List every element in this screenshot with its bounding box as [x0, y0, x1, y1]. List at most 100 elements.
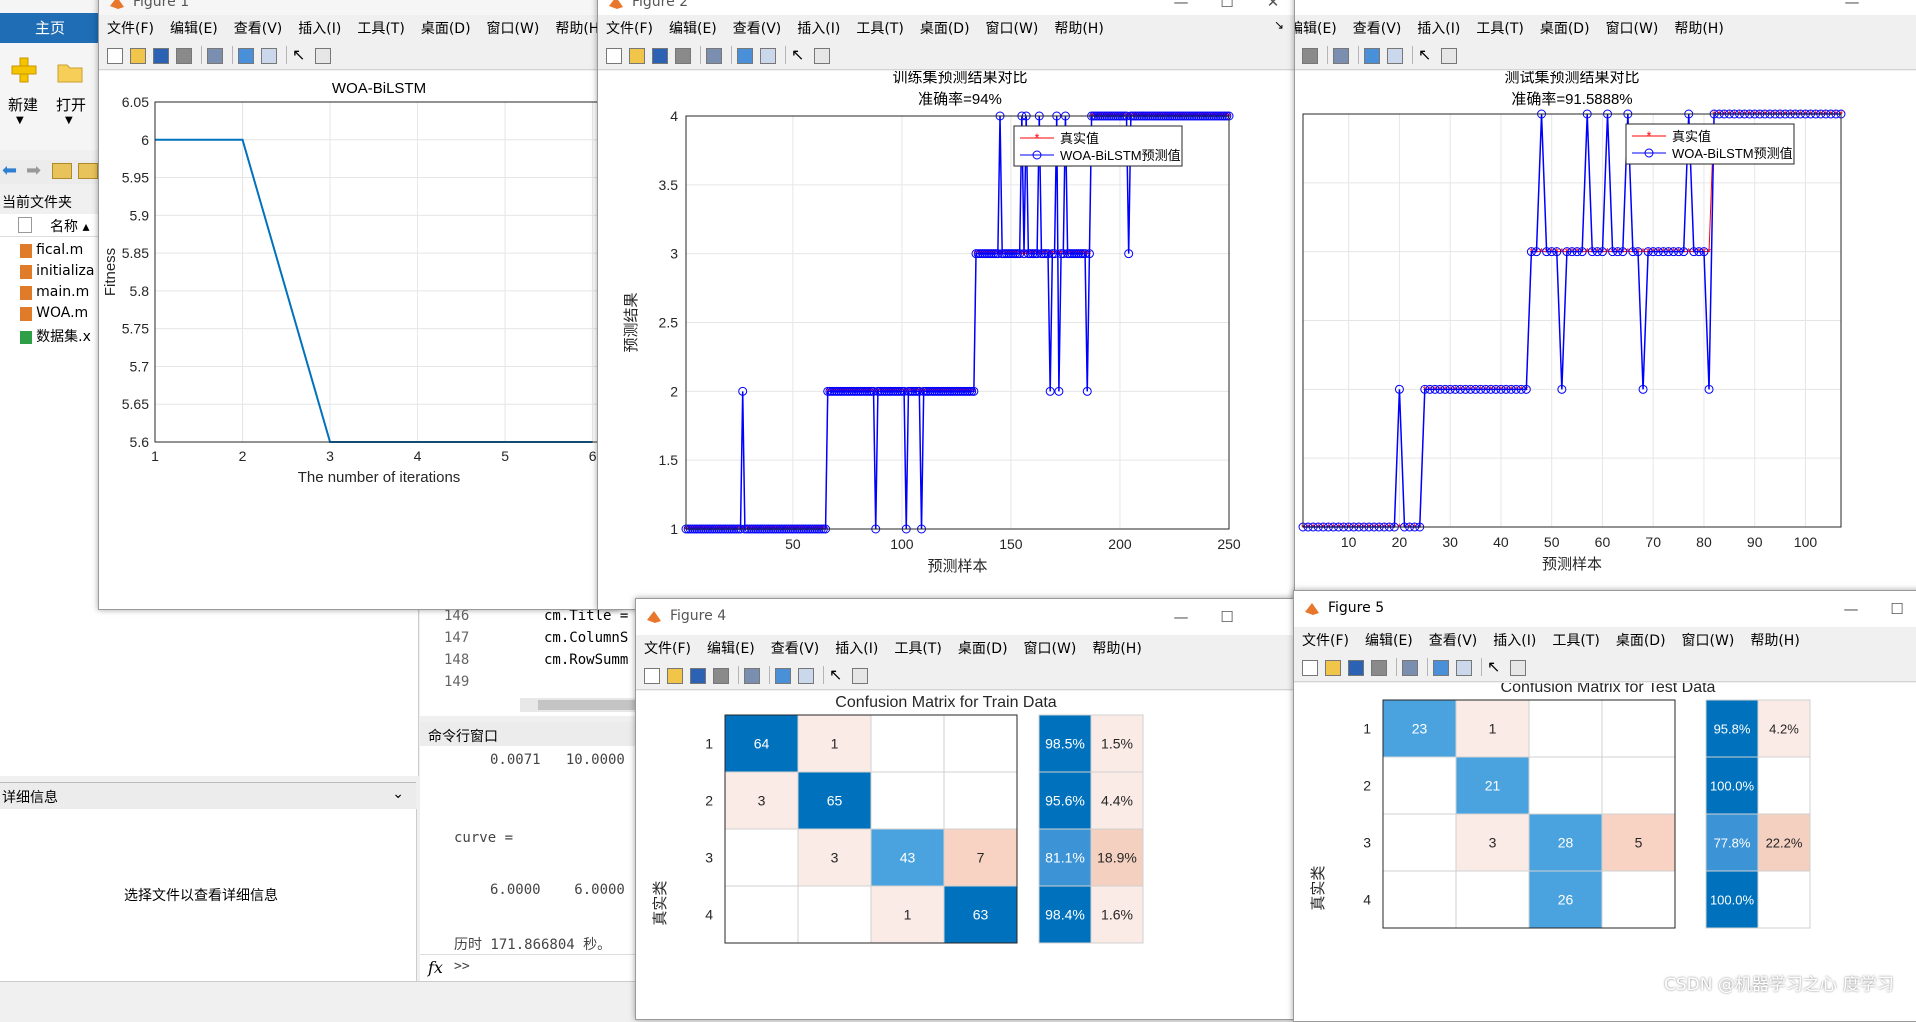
menu-window[interactable]: 窗口(W)	[1016, 635, 1085, 658]
menu-file[interactable]: 文件(F)	[636, 635, 699, 658]
pointer-icon[interactable]: ↖	[791, 46, 809, 64]
open-file-icon[interactable]	[667, 668, 683, 684]
open-file-icon[interactable]	[629, 48, 645, 64]
title-bar[interactable]: —	[1295, 0, 1916, 15]
legend-icon[interactable]	[261, 48, 277, 64]
link-icon[interactable]	[744, 668, 760, 684]
colorbar-icon[interactable]	[1433, 660, 1449, 676]
new-figure-icon[interactable]	[1302, 660, 1318, 676]
legend-icon[interactable]	[798, 668, 814, 684]
menu-tools[interactable]: 工具(T)	[848, 15, 911, 38]
maximize-button[interactable]: ☐	[1204, 0, 1250, 15]
property-editor-icon[interactable]	[1510, 660, 1526, 676]
print-icon[interactable]	[713, 668, 729, 684]
menu-window[interactable]: 窗口(W)	[978, 15, 1047, 38]
file-item[interactable]: 数据集.x	[20, 326, 91, 346]
print-icon[interactable]	[675, 48, 691, 64]
menu-edit[interactable]: 编辑(E)	[162, 15, 226, 38]
chevron-down-icon[interactable]: ⌄	[392, 786, 404, 802]
menu-view[interactable]: 查看(V)	[1421, 627, 1486, 650]
scroll-thumb[interactable]	[538, 700, 638, 710]
save-icon[interactable]	[1294, 48, 1295, 64]
title-bar[interactable]: Figure 5 — ☐	[1294, 591, 1916, 627]
minimize-button[interactable]: —	[1158, 606, 1204, 630]
menu-edit[interactable]: 编辑(E)	[1295, 15, 1345, 38]
menu-insert[interactable]: 插入(I)	[1409, 15, 1468, 38]
figure-4-window[interactable]: Figure 4 — ☐ 文件(F) 编辑(E) 查看(V) 插入(I) 工具(T) 桌面…	[635, 598, 1297, 1020]
horizontal-scrollbar[interactable]	[520, 698, 640, 712]
print-icon[interactable]	[1371, 660, 1387, 676]
legend-icon[interactable]	[1387, 48, 1403, 64]
menu-view[interactable]: 查看(V)	[1345, 15, 1410, 38]
figure-5-window[interactable]: Figure 5 — ☐ 文件(F) 编辑(E) 查看(V) 插入(I) 工具(T) 桌面…	[1293, 590, 1916, 1022]
figure-1-window[interactable]: Figure 1 文件(F) 编辑(E) 查看(V) 插入(I) 工具(T) 桌面(D) 窗…	[98, 0, 620, 610]
menu-tools[interactable]: 工具(T)	[886, 635, 949, 658]
minimize-button[interactable]: —	[1158, 0, 1204, 15]
menu-view[interactable]: 查看(V)	[226, 15, 291, 38]
menu-desktop[interactable]: 桌面(D)	[413, 15, 479, 38]
figure-2-window[interactable]: Figure 2 — ☐ ✕ 文件(F) 编辑(E) 查看(V) 插入(I) 工具(T)…	[597, 0, 1297, 610]
open-button-label[interactable]: 打开	[56, 94, 86, 115]
details-panel-header[interactable]: 详细信息 ⌄	[0, 782, 416, 810]
menu-help[interactable]: 帮助(H)	[1046, 15, 1111, 38]
legend-icon[interactable]	[1456, 660, 1472, 676]
menu-insert[interactable]: 插入(I)	[827, 635, 886, 658]
colorbar-icon[interactable]	[775, 668, 791, 684]
menu-edit[interactable]: 编辑(E)	[1357, 627, 1421, 650]
menu-insert[interactable]: 插入(I)	[789, 15, 848, 38]
colorbar-icon[interactable]	[238, 48, 254, 64]
menu-window[interactable]: 窗口(W)	[1598, 15, 1667, 38]
fx-icon[interactable]: fx	[428, 958, 443, 977]
new-icon[interactable]	[10, 56, 38, 84]
forward-arrow-icon[interactable]: ➡	[26, 160, 41, 181]
link-icon[interactable]	[706, 48, 722, 64]
menu-help[interactable]: 帮助(H)	[1742, 627, 1807, 650]
new-figure-icon[interactable]	[107, 48, 123, 64]
code-line[interactable]: cm.RowSumm	[544, 652, 628, 668]
menu-insert[interactable]: 插入(I)	[1485, 627, 1544, 650]
code-line[interactable]: cm.ColumnS	[544, 630, 628, 646]
maximize-button[interactable]: ☐	[1874, 598, 1916, 622]
menu-tools[interactable]: 工具(T)	[1468, 15, 1531, 38]
menu-insert[interactable]: 插入(I)	[290, 15, 349, 38]
property-editor-icon[interactable]	[315, 48, 331, 64]
command-window[interactable]: 0.0071 10.0000 curve = 6.0000 6.0000 历时 …	[420, 746, 640, 981]
menu-file[interactable]: 文件(F)	[1294, 627, 1357, 650]
menu-edit[interactable]: 编辑(E)	[661, 15, 725, 38]
command-prompt-row[interactable]: fx >>	[420, 954, 640, 981]
file-item[interactable]: fical.m	[20, 242, 83, 258]
menu-desktop[interactable]: 桌面(D)	[912, 15, 978, 38]
browse-folder-icon[interactable]	[78, 163, 98, 179]
save-icon[interactable]	[1348, 660, 1364, 676]
title-bar[interactable]: Figure 2 — ☐ ✕	[598, 0, 1296, 15]
property-editor-icon[interactable]	[814, 48, 830, 64]
chevron-down-icon[interactable]: ▼	[65, 115, 73, 126]
close-button[interactable]: ✕	[1250, 0, 1296, 15]
new-figure-icon[interactable]	[644, 668, 660, 684]
pointer-icon[interactable]: ↖	[292, 46, 310, 64]
legend-icon[interactable]	[760, 48, 776, 64]
link-icon[interactable]	[1402, 660, 1418, 676]
menu-help[interactable]: 帮助(H)	[1084, 635, 1149, 658]
pointer-icon[interactable]: ↖	[1418, 46, 1436, 64]
file-item[interactable]: initializa	[20, 263, 94, 279]
dock-arrow-icon[interactable]: ↘	[1266, 15, 1292, 32]
menu-file[interactable]: 文件(F)	[99, 15, 162, 38]
figure-3-window[interactable]: — 编辑(E)编辑(E)查看(V)插入(I)工具(T)桌面(D)窗口(W)帮助(…	[1294, 0, 1916, 610]
menu-tools[interactable]: 工具(T)	[349, 15, 412, 38]
menu-help[interactable]: 帮助(H)	[1666, 15, 1731, 38]
maximize-button[interactable]: ☐	[1204, 606, 1250, 630]
minimize-button[interactable]: —	[1828, 598, 1874, 622]
property-editor-icon[interactable]	[1441, 48, 1457, 64]
folder-up-icon[interactable]	[52, 163, 72, 179]
open-file-icon[interactable]	[130, 48, 146, 64]
title-bar[interactable]: Figure 1	[99, 0, 619, 15]
open-file-icon[interactable]	[1325, 660, 1341, 676]
title-bar[interactable]: Figure 4 — ☐	[636, 599, 1296, 635]
home-tab[interactable]: 主页	[0, 13, 100, 43]
menu-file[interactable]: 文件(F)	[598, 15, 661, 38]
link-icon[interactable]	[207, 48, 223, 64]
save-icon[interactable]	[153, 48, 169, 64]
open-folder-icon[interactable]	[56, 60, 84, 84]
colorbar-icon[interactable]	[737, 48, 753, 64]
